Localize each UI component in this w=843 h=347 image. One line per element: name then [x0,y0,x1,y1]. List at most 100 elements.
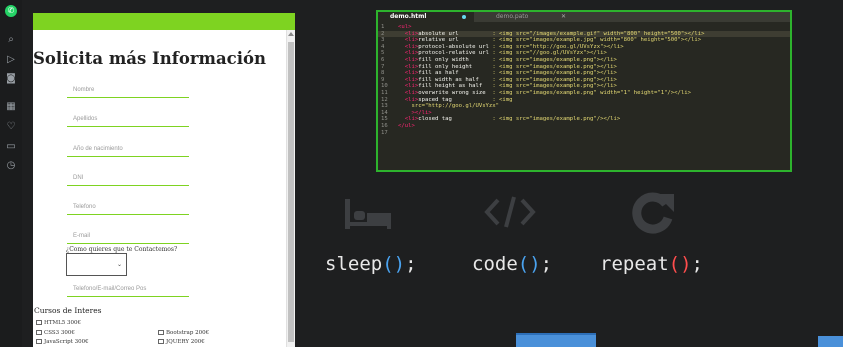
form-title: Solicita más Información [33,49,266,68]
nombre-field[interactable]: Nombre [67,78,189,98]
tab-demo-pato[interactable]: demo.pato ✕ [484,12,574,22]
code-tag: </ul> [398,123,415,129]
code-line: <li>fill width as half : <img src="image… [398,77,617,83]
code-attr: : <img src="images/example.png" width="1… [492,90,692,96]
wallet-icon[interactable]: ▭ [5,141,17,153]
code-tag: <li> [398,96,419,103]
curso-jquery-checkbox[interactable]: JQUERY 200€ [158,339,205,345]
editor-tab-bar: demo.html demo.pato ✕ [378,12,790,22]
line-number: 10 [381,83,388,90]
apellidos-field[interactable]: Apellidos [67,107,189,127]
code-line: <li>absolute url : <img src="/images/exa… [398,30,705,37]
camera-icon[interactable]: ◙ [5,73,17,85]
checkbox-icon[interactable] [36,339,42,344]
line-number: 5 [381,50,385,57]
line-number: 15 [381,116,388,123]
dni-placeholder: DNI [73,175,84,181]
dni-field[interactable]: DNI [67,166,189,186]
tab-demo-html[interactable]: demo.html [378,12,474,22]
repeat-call: repeat(); [600,253,703,275]
code-line: <li>spaced tag : <img [398,97,513,103]
birth-year-placeholder: Año de nacimiento [73,146,123,152]
code-label: overwrite wrong size [418,90,493,96]
line-number: 13 [381,103,388,110]
code-attr: : <img src="images/example.jpg" width="8… [492,37,702,44]
repeat-semicolon: ; [691,253,703,275]
line-number: 14 [381,109,388,116]
curso-css3-label: CSS3 300€ [44,330,75,336]
code-label: protocol-relative url [418,50,493,57]
code-parens: () [517,253,541,275]
code-label: fill height as half [418,83,493,90]
code-line: <li>relative url : <img src="images/exam… [398,37,701,43]
checkbox-icon[interactable] [36,330,42,335]
email-field[interactable]: E-mail [67,224,189,244]
code-label: closed tag [418,116,493,123]
chevron-down-icon: ⌄ [116,261,122,268]
code-label: fill as half [418,70,493,77]
code-line: <li>protocol-absolute url : <img src="ht… [398,44,624,50]
line-number: 1 [381,24,385,30]
line-number: 3 [381,37,385,44]
apellidos-placeholder: Apellidos [73,116,98,122]
birth-year-field[interactable]: Año de nacimiento [67,137,189,157]
telefono-field[interactable]: Telefono [67,195,189,215]
code-label: fill width as half [418,76,493,83]
code-attr: : <img src="images/example.png"/></li> [492,116,621,123]
form-header-bar [33,13,295,30]
code-line: <li>fill height as half : <img src="imag… [398,83,617,89]
heart-icon[interactable]: ♡ [5,121,17,133]
sleep-parens: () [382,253,406,275]
curso-html5-checkbox[interactable]: HTML5 300€ [36,320,81,326]
line-number-gutter: 1 2 3 4 5 6 7 8 9 10 11 12 13 14 15 16 17 [378,24,396,170]
code-tag: <li> [398,43,419,50]
code-area[interactable]: <ul> <li>absolute url : <img src="/image… [398,24,790,170]
tab-demo-html-label: demo.html [390,13,427,20]
code-tag: ></li> [398,109,432,116]
code-icon [484,196,536,228]
email-placeholder: E-mail [73,233,91,239]
checkbox-icon[interactable] [158,330,164,335]
decorative-shape [516,333,596,347]
code-attr: : <img src="images/example.png"></li> [492,63,617,70]
checkbox-icon[interactable] [158,339,164,344]
grid-icon[interactable]: ▦ [5,101,17,113]
nombre-placeholder: Nombre [73,87,95,93]
code-tag: <li> [398,30,419,37]
curso-javascript-checkbox[interactable]: JavaScript 300€ [36,339,89,345]
code-attr: : <img src="images/example.png"></li> [492,83,617,90]
decorative-shape [818,336,843,347]
curso-bootstrap-checkbox[interactable]: Bootstrap 200€ [158,330,209,336]
checkbox-icon[interactable] [36,320,42,325]
code-attr: : <img src="images/example.png"></li> [492,76,617,83]
contact-detail-field[interactable]: Telefono/E-mail/Correo Pos [67,277,189,297]
sleep-call: sleep(); [325,253,417,275]
form-scrollbar[interactable] [286,30,295,347]
contact-detail-placeholder: Telefono/E-mail/Correo Pos [73,286,147,292]
telefono-placeholder: Telefono [73,204,96,210]
code-tag: <li> [398,83,419,90]
scroll-thumb[interactable] [288,42,294,342]
line-number: 2 [381,30,385,37]
whatsapp-icon[interactable]: ✆ [5,5,17,17]
search-icon[interactable]: ⌕ [5,34,17,46]
curso-css3-checkbox[interactable]: CSS3 300€ [36,330,75,336]
code-line: <li>closed tag : <img src="images/exampl… [398,116,621,123]
close-icon[interactable]: ✕ [561,12,566,22]
code-label: protocol-absolute url [418,43,493,50]
code-line: <li>fill only width : <img src="images/e… [398,57,617,63]
code-tag: <li> [398,70,419,77]
code-tag: <li> [398,50,419,57]
code-editor-window: demo.html demo.pato ✕ 1 2 3 4 5 6 7 8 9 10 11 12 13 14… [376,10,792,172]
history-icon[interactable]: ◷ [5,160,17,172]
play-icon[interactable]: ▷ [5,54,17,66]
line-number: 7 [381,63,385,70]
sleep-word: sleep [325,253,383,275]
sleep-semicolon: ; [405,253,417,275]
line-number: 8 [381,70,385,77]
contact-method-select[interactable]: ⌄ [66,253,127,276]
code-label: relative url [418,37,493,44]
tab-demo-pato-label: demo.pato [496,13,529,20]
scroll-up-icon[interactable] [288,32,294,36]
code-line: </ul> [398,123,415,129]
